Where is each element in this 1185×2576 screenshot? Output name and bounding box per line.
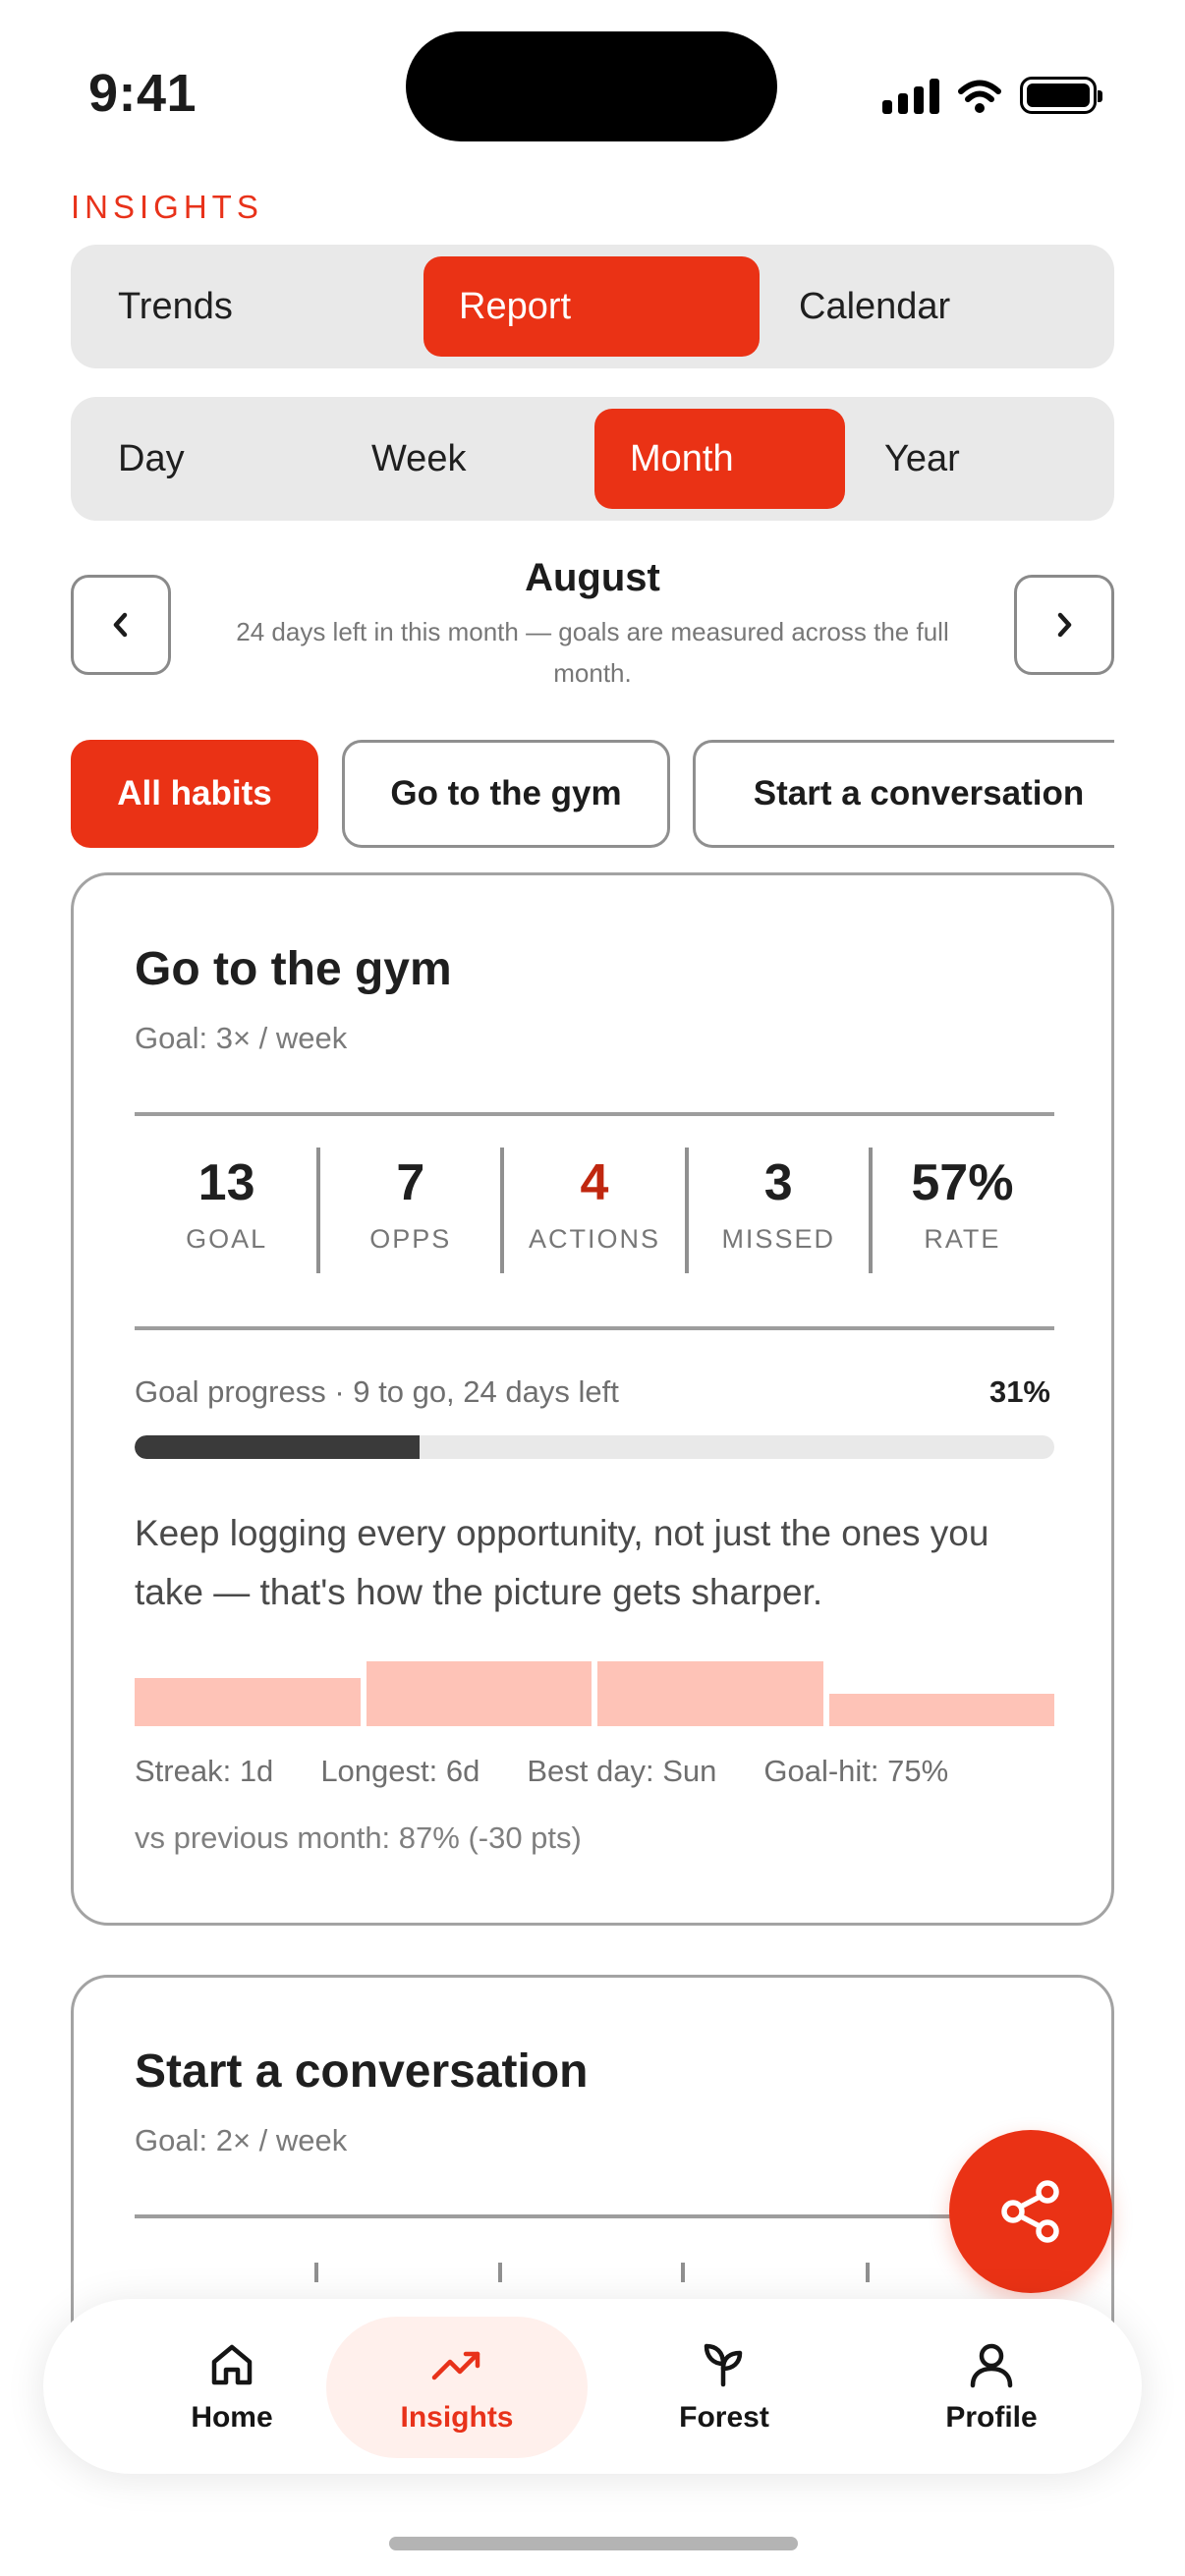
stat-label: ACTIONS <box>529 1224 661 1254</box>
stat-missed: 3 MISSED <box>684 1146 871 1275</box>
stat-divider <box>314 2263 318 2282</box>
sprout-icon <box>704 2343 743 2387</box>
stat-label: OPPS <box>369 1224 452 1254</box>
tab-day[interactable]: Day <box>83 409 326 509</box>
cellular-signal-icon <box>882 79 939 114</box>
bottom-tab-bar: Home Insights Forest Profile <box>43 2299 1142 2474</box>
month-title: August <box>525 556 660 599</box>
status-icons <box>882 71 1102 114</box>
view-segmented-control: Trends Report Calendar <box>71 245 1114 368</box>
home-icon <box>211 2344 253 2385</box>
share-icon <box>1001 2180 1059 2243</box>
stat-value: 13 <box>198 1154 255 1211</box>
stat-divider <box>866 2263 870 2282</box>
next-month-button[interactable] <box>1014 575 1114 675</box>
previous-month-comparison: vs previous month: 87% (-30 pts) <box>135 1820 582 1855</box>
tab-label: Insights <box>400 2401 514 2434</box>
tab-forest[interactable]: Forest <box>593 2317 855 2458</box>
tab-month[interactable]: Month <box>594 409 845 509</box>
chip-go-to-the-gym[interactable]: Go to the gym <box>342 740 670 848</box>
home-indicator <box>389 2537 798 2550</box>
share-button[interactable] <box>949 2130 1112 2293</box>
chevron-right-icon <box>1057 612 1072 638</box>
goal-progress-bar <box>135 1435 1054 1459</box>
tab-report[interactable]: Report <box>423 256 760 357</box>
card-goal: Goal: 3× / week <box>135 1021 348 1055</box>
divider <box>135 1326 1054 1330</box>
month-subtitle: 24 days left in this month — goals are m… <box>236 617 949 688</box>
goal-progress-fill <box>135 1435 421 1459</box>
tab-home[interactable]: Home <box>101 2317 363 2458</box>
dynamic-island <box>406 31 777 141</box>
tab-week[interactable]: Week <box>336 409 582 509</box>
stat-label: MISSED <box>721 1224 835 1254</box>
stat-value: 3 <box>763 1154 793 1211</box>
tab-label: Home <box>191 2401 273 2434</box>
tab-profile[interactable]: Profile <box>861 2317 1122 2458</box>
weekly-bar <box>597 1661 823 1726</box>
stat-opps: 7 OPPS <box>316 1146 502 1275</box>
best-day-text: Best day: Sun <box>527 1754 717 1788</box>
divider <box>135 1112 1054 1116</box>
divider <box>135 2214 1054 2218</box>
card-title: Start a conversation <box>135 2045 589 2098</box>
goal-hit-text: Goal-hit: 75% <box>763 1754 949 1788</box>
habit-filter-chips: All habits Go to the gym Start a convers… <box>71 740 1114 850</box>
wifi-icon <box>958 80 1001 113</box>
weekly-bars <box>135 1652 1054 1726</box>
chip-start-a-conversation[interactable]: Start a conversation <box>693 740 1114 848</box>
card-goal: Goal: 2× / week <box>135 2123 348 2157</box>
stat-label: RATE <box>924 1224 1001 1254</box>
status-bar: 9:41 <box>0 0 1185 187</box>
stat-goal: 13 GOAL <box>135 1146 318 1275</box>
tab-calendar[interactable]: Calendar <box>763 256 1102 357</box>
tab-label: Profile <box>945 2401 1038 2434</box>
goal-progress-percent: 31% <box>988 1374 1050 1409</box>
insight-note: Keep logging every opportunity, not just… <box>135 1513 989 1612</box>
battery-icon <box>1020 77 1102 114</box>
stat-divider <box>498 2263 502 2282</box>
chevron-left-icon <box>113 612 128 638</box>
stat-value: 57% <box>911 1154 1014 1211</box>
weekly-bar <box>366 1661 592 1726</box>
stat-label: GOAL <box>186 1224 268 1254</box>
longest-streak-text: Longest: 6d <box>320 1754 480 1788</box>
previous-month-button[interactable] <box>71 575 171 675</box>
weekly-bar <box>135 1677 361 1726</box>
tab-year[interactable]: Year <box>849 409 1102 509</box>
tab-trends[interactable]: Trends <box>83 256 417 357</box>
habit-report-card: Go to the gym Goal: 3× / week 13 GOAL 7 … <box>71 872 1114 1926</box>
stats-row: 13 GOAL 7 OPPS 4 ACTIONS 3 MISSED 57% RA… <box>135 1146 1054 1275</box>
tab-label: Forest <box>679 2401 769 2434</box>
stat-divider <box>681 2263 685 2282</box>
trending-up-icon <box>431 2351 480 2380</box>
section-label: INSIGHTS <box>71 189 263 225</box>
user-icon <box>970 2343 1013 2388</box>
habit-meta-row: Streak: 1d Longest: 6d Best day: Sun Goa… <box>135 1754 948 1789</box>
stat-value: 7 <box>396 1154 425 1211</box>
stat-rate: 57% RATE <box>868 1146 1054 1275</box>
stat-value: 4 <box>580 1154 609 1211</box>
period-segmented-control: Day Week Month Year <box>71 397 1114 521</box>
status-time: 9:41 <box>88 64 198 123</box>
streak-text: Streak: 1d <box>135 1754 274 1788</box>
goal-progress-label: Goal progress · 9 to go, 24 days left <box>135 1374 619 1409</box>
weekly-bar <box>828 1694 1054 1726</box>
stat-actions: 4 ACTIONS <box>500 1146 686 1275</box>
chip-all-habits[interactable]: All habits <box>71 740 318 848</box>
tab-insights[interactable]: Insights <box>326 2317 588 2458</box>
card-title: Go to the gym <box>135 943 452 995</box>
